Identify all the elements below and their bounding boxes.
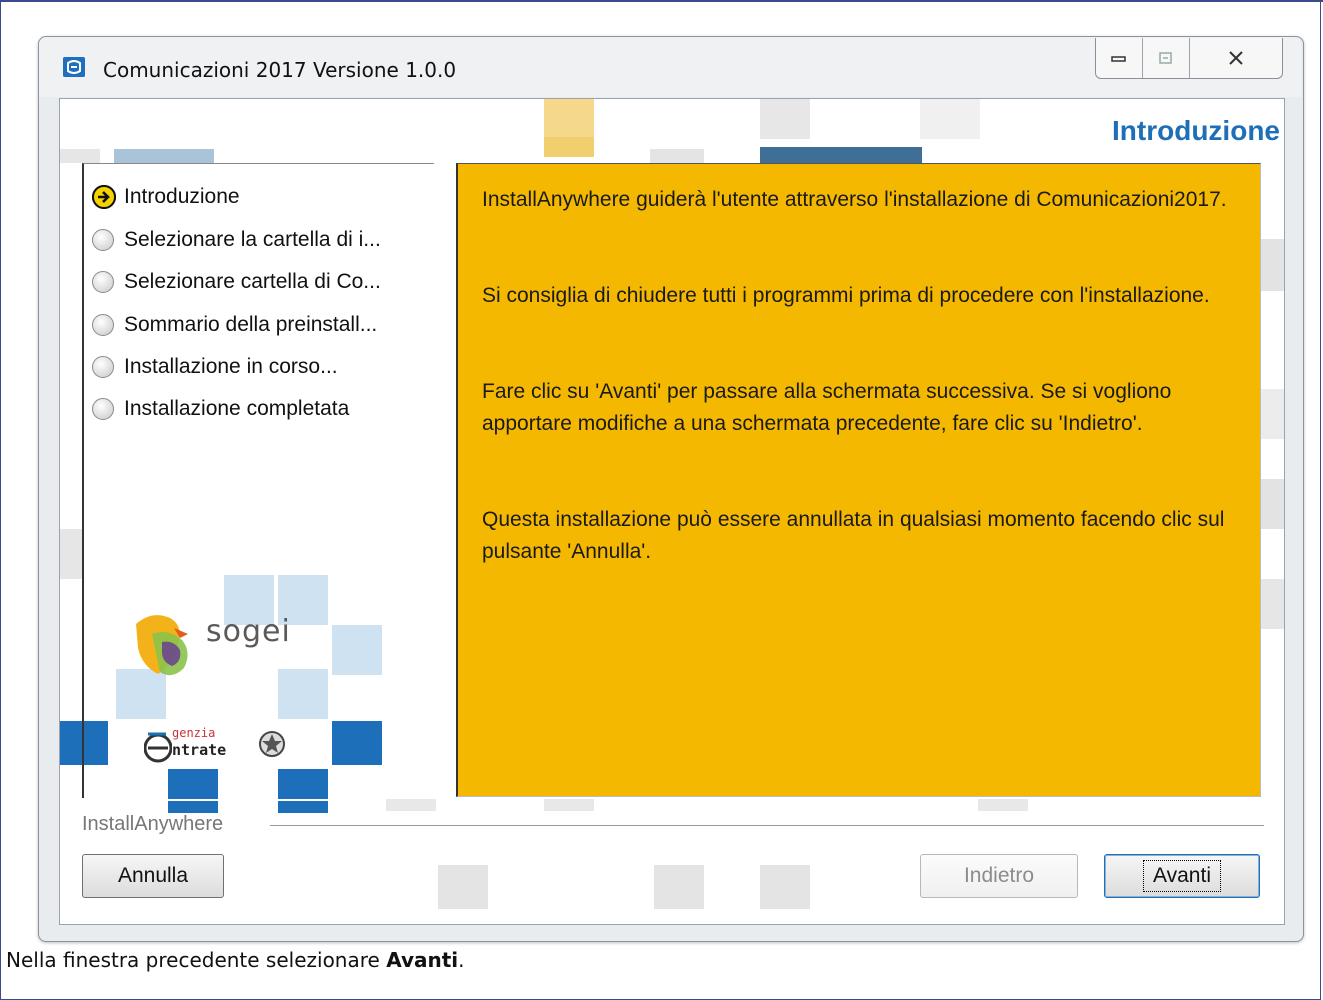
deco-tile bbox=[60, 149, 100, 163]
deco-tile bbox=[1260, 579, 1284, 629]
instruction-caption: Nella finestra precedente selezionare Av… bbox=[6, 948, 465, 972]
deco-tile bbox=[760, 99, 810, 139]
deco-tile bbox=[760, 147, 922, 163]
back-button-label: Indietro bbox=[963, 864, 1035, 887]
footer-divider bbox=[270, 825, 1264, 826]
sogei-logo-mark bbox=[136, 615, 188, 676]
step-label: Installazione completata bbox=[124, 397, 350, 420]
intro-paragraph: InstallAnywhere guiderà l'utente attrave… bbox=[482, 188, 1227, 211]
deco-tile bbox=[978, 799, 1028, 811]
step-label: Installazione in corso... bbox=[124, 355, 338, 378]
deco-tile bbox=[60, 529, 82, 579]
deco-tile bbox=[654, 865, 704, 909]
page-heading: Introduzione bbox=[1112, 115, 1280, 146]
intro-paragraph: Si consiglia di chiudere tutti i program… bbox=[482, 284, 1210, 307]
step-label: Introduzione bbox=[124, 185, 240, 208]
deco-tile bbox=[544, 799, 594, 811]
title-bar[interactable]: Comunicazioni 2017 Versione 1.0.0 bbox=[39, 37, 1301, 97]
deco-tile bbox=[60, 721, 82, 765]
intro-panel: InstallAnywhere guiderà l'utente attrave… bbox=[456, 163, 1261, 797]
cancel-button-label: Annulla bbox=[117, 864, 189, 887]
minimize-button[interactable] bbox=[1096, 38, 1143, 78]
installer-window: Comunicazioni 2017 Versione 1.0.0 Introd… bbox=[38, 36, 1304, 942]
step-cartella-collegamenti: Selezionare cartella di Co... bbox=[92, 267, 381, 297]
agenzia-entrate-mark bbox=[144, 732, 172, 763]
restore-icon bbox=[1159, 52, 1172, 64]
caption-bold: Avanti bbox=[386, 948, 459, 972]
app-icon bbox=[63, 57, 85, 77]
maximize-button[interactable] bbox=[1143, 38, 1190, 78]
step-installazione-completata: Installazione completata bbox=[92, 394, 349, 424]
step-sommario: Sommario della preinstall... bbox=[92, 310, 377, 340]
emblem-icon bbox=[259, 731, 285, 757]
pending-step-icon bbox=[92, 314, 114, 336]
deco-tile bbox=[760, 865, 810, 909]
step-label: Selezionare cartella di Co... bbox=[124, 270, 381, 293]
close-button[interactable] bbox=[1190, 38, 1282, 78]
back-button[interactable]: Indietro bbox=[920, 854, 1078, 898]
pending-step-icon bbox=[92, 356, 114, 378]
deco-tile bbox=[920, 99, 980, 139]
step-introduzione: Introduzione bbox=[92, 182, 240, 212]
cancel-button[interactable]: Annulla bbox=[82, 854, 224, 898]
deco-tile bbox=[1260, 239, 1284, 291]
deco-tile bbox=[1260, 479, 1284, 529]
deco-tile bbox=[544, 99, 594, 137]
installanywhere-brand: InstallAnywhere bbox=[82, 813, 242, 836]
pending-step-icon bbox=[92, 229, 114, 251]
caption-prefix: Nella finestra precedente selezionare bbox=[6, 948, 387, 972]
deco-tile bbox=[278, 801, 328, 813]
agenzia-logo-bottom: ntrate bbox=[172, 741, 227, 759]
current-step-arrow-icon bbox=[92, 185, 116, 209]
intro-paragraph: Questa installazione può essere annullat… bbox=[482, 508, 1225, 563]
sogei-logo: sogei bbox=[132, 604, 312, 684]
deco-tile bbox=[650, 149, 704, 163]
caption-suffix: . bbox=[458, 948, 465, 972]
installer-content: Introduzione Introduzione Selezionare la… bbox=[59, 98, 1285, 925]
step-installazione-in-corso: Installazione in corso... bbox=[92, 352, 338, 382]
deco-tile bbox=[114, 149, 214, 163]
deco-tile bbox=[168, 801, 218, 813]
pending-step-icon bbox=[92, 398, 114, 420]
deco-tile bbox=[544, 137, 594, 157]
deco-tile bbox=[438, 865, 488, 909]
step-label: Sommario della preinstall... bbox=[124, 313, 378, 336]
step-label: Selezionare la cartella di i... bbox=[124, 228, 381, 251]
minimize-icon bbox=[1111, 56, 1126, 62]
window-title: Comunicazioni 2017 Versione 1.0.0 bbox=[103, 58, 457, 82]
sogei-logo-text: sogei bbox=[206, 614, 291, 649]
next-button[interactable]: Avanti bbox=[1104, 854, 1260, 898]
deco-tile bbox=[386, 799, 436, 811]
step-cartella-installazione: Selezionare la cartella di i... bbox=[92, 225, 381, 255]
deco-tile bbox=[1260, 389, 1284, 439]
close-icon bbox=[1229, 51, 1243, 65]
pending-step-icon bbox=[92, 271, 114, 293]
intro-paragraph: Fare clic su 'Avanti' per passare alla s… bbox=[482, 380, 1172, 435]
steps-panel: Introduzione Selezionare la cartella di … bbox=[82, 163, 434, 798]
window-controls bbox=[1095, 38, 1283, 79]
agenzia-entrate-logo: genzia ntrate bbox=[144, 724, 294, 768]
agenzia-logo-top: genzia bbox=[172, 726, 216, 740]
next-button-label: Avanti bbox=[1143, 860, 1221, 892]
